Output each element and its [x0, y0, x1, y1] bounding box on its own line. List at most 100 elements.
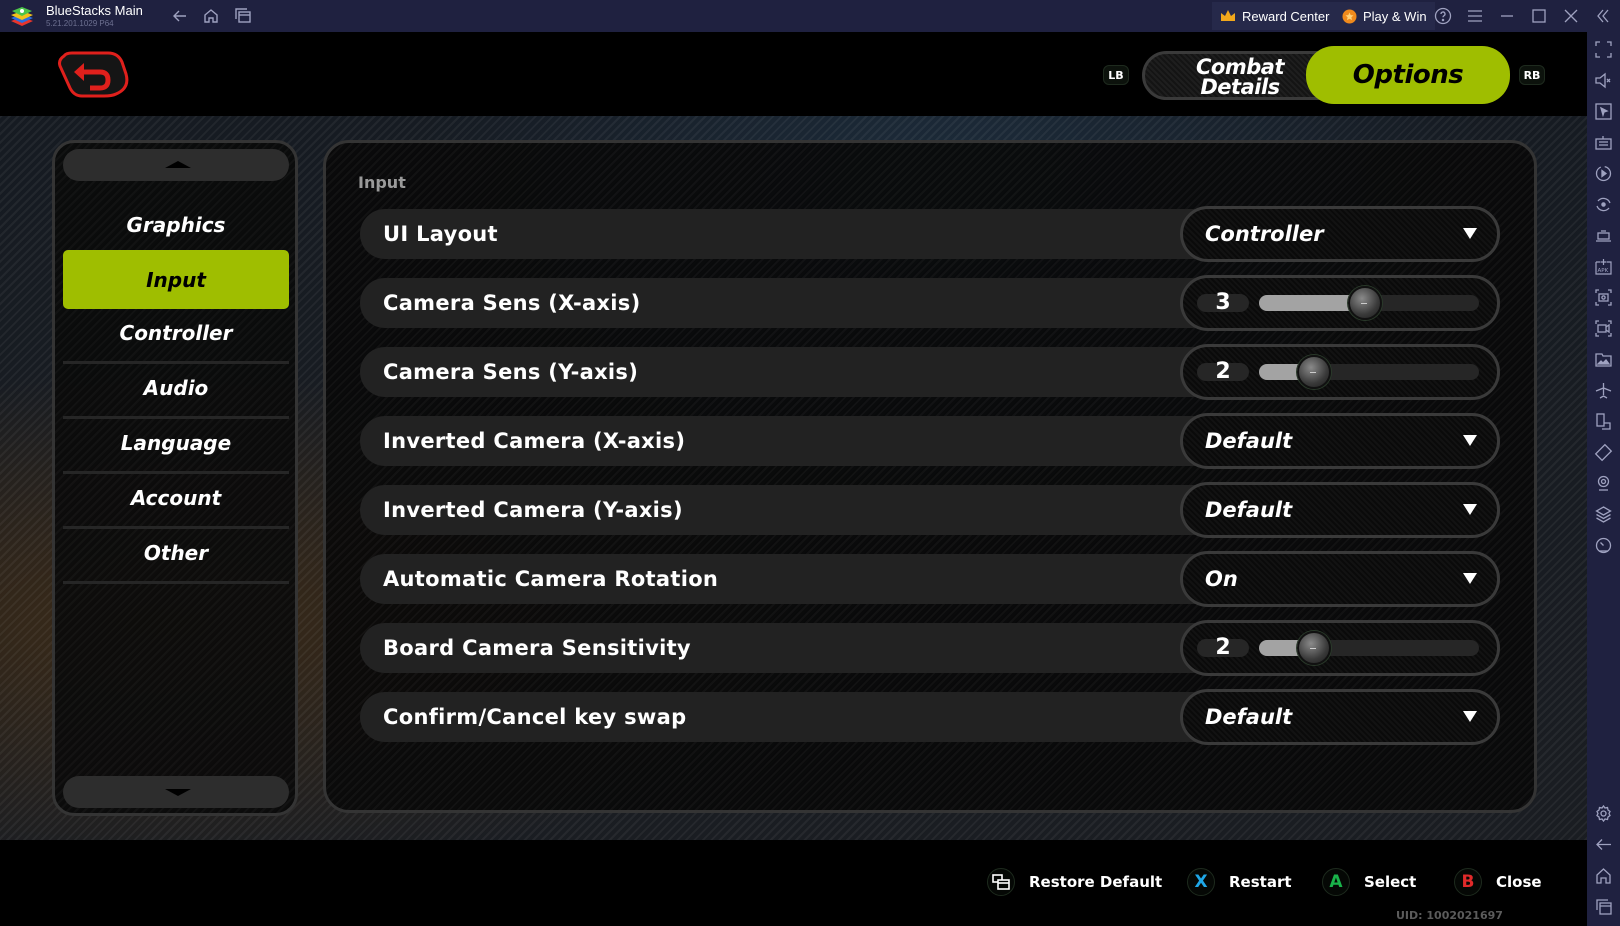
camera-sens-y-slider[interactable]: 2	[1180, 344, 1500, 400]
hint-label: Close	[1496, 873, 1542, 891]
category-panel: Graphics Input Controller Audio Language…	[52, 140, 298, 816]
dropdown-value: Default	[1205, 705, 1293, 729]
setting-row-board-camera-sensitivity: Board Camera Sensitivity 2	[360, 620, 1500, 676]
title-bar: BlueStacks Main 5.21.201.1029 P64 Reward…	[0, 0, 1620, 32]
minimize-icon[interactable]	[1497, 6, 1517, 26]
recent-apps-icon[interactable]	[1594, 897, 1613, 916]
speed-icon[interactable]	[1594, 536, 1613, 555]
slider-track[interactable]	[1259, 286, 1479, 320]
svg-text:APK: APK	[1598, 268, 1609, 274]
back-button[interactable]	[56, 50, 130, 98]
multi-window-icon[interactable]	[1594, 412, 1613, 431]
section-title: Input	[358, 173, 406, 192]
dropdown-arrow-icon	[1463, 504, 1477, 515]
lb-button-badge[interactable]: LB	[1103, 65, 1129, 85]
home-icon[interactable]	[201, 6, 221, 26]
close-icon[interactable]	[1561, 6, 1581, 26]
inverted-camera-x-dropdown[interactable]: Default	[1180, 413, 1500, 469]
setting-row-auto-camera-rotation: Automatic Camera Rotation On	[360, 551, 1500, 607]
close-hint[interactable]: B Close	[1454, 868, 1542, 896]
tab-options[interactable]: Options	[1306, 46, 1510, 104]
caret-down-icon	[165, 789, 191, 796]
slider-knob[interactable]	[1297, 355, 1331, 389]
performance-icon[interactable]	[1594, 226, 1613, 245]
pointer-icon[interactable]	[1594, 102, 1613, 121]
category-audio[interactable]: Audio	[63, 360, 289, 416]
restart-hint[interactable]: X Restart	[1187, 868, 1292, 896]
multi-instance-icon[interactable]	[233, 6, 253, 26]
dropdown-value: Default	[1205, 498, 1293, 522]
dropdown-value: Default	[1205, 429, 1293, 453]
fullscreen-icon[interactable]	[1594, 40, 1613, 59]
hint-label: Restart	[1229, 873, 1292, 891]
layers-icon[interactable]	[1594, 505, 1613, 524]
app-title: BlueStacks Main	[46, 3, 143, 18]
slider-track[interactable]	[1259, 355, 1479, 389]
shake-icon[interactable]	[1594, 443, 1613, 462]
slider-value: 3	[1215, 290, 1231, 315]
board-camera-sensitivity-slider[interactable]: 2	[1180, 620, 1500, 676]
slider-knob[interactable]	[1347, 286, 1382, 320]
record-icon[interactable]	[1594, 319, 1613, 338]
collapse-sidebar-icon[interactable]	[1593, 6, 1613, 26]
reward-center-button[interactable]: Reward Center	[1212, 2, 1338, 30]
rb-button-badge[interactable]: RB	[1519, 65, 1545, 85]
scroll-up-button[interactable]	[63, 149, 289, 181]
play-and-win-button[interactable]: Play & Win	[1334, 2, 1435, 30]
x-button-icon: X	[1187, 868, 1215, 896]
location-icon[interactable]	[1594, 474, 1613, 493]
setting-label: Board Camera Sensitivity	[383, 636, 691, 660]
restore-default-hint[interactable]: Restore Default	[987, 868, 1162, 896]
category-graphics[interactable]: Graphics	[63, 197, 289, 253]
ui-layout-dropdown[interactable]: Controller	[1180, 206, 1500, 262]
macro-icon[interactable]	[1594, 164, 1613, 183]
slider-track[interactable]	[1259, 631, 1479, 665]
category-other[interactable]: Other	[63, 525, 289, 581]
auto-camera-rotation-dropdown[interactable]: On	[1180, 551, 1500, 607]
slider-value: 2	[1215, 635, 1231, 660]
camera-sens-x-slider[interactable]: 3	[1180, 275, 1500, 331]
setting-label: Camera Sens (Y-axis)	[383, 360, 639, 384]
scroll-down-button[interactable]	[63, 776, 289, 808]
hint-label: Restore Default	[1029, 873, 1163, 891]
slider-knob[interactable]	[1297, 631, 1331, 665]
back-arrow-icon[interactable]	[170, 6, 190, 26]
category-controller[interactable]: Controller	[63, 305, 289, 361]
help-icon[interactable]	[1433, 6, 1453, 26]
android-back-icon[interactable]	[1594, 835, 1613, 854]
category-language[interactable]: Language	[63, 415, 289, 471]
bluestacks-logo-icon	[11, 7, 33, 26]
rotate-icon[interactable]	[1594, 195, 1613, 214]
settings-icon[interactable]	[1594, 804, 1613, 823]
slider-value: 2	[1215, 359, 1231, 384]
maximize-icon[interactable]	[1529, 6, 1549, 26]
setting-row-ui-layout: UI Layout Controller	[360, 206, 1500, 262]
airplane-mode-icon[interactable]	[1594, 381, 1613, 400]
bluestacks-sidebar: APK	[1587, 32, 1620, 926]
screenshot-icon[interactable]	[1594, 288, 1613, 307]
dropdown-arrow-icon	[1463, 573, 1477, 584]
keyboard-icon[interactable]	[1594, 133, 1613, 152]
select-hint[interactable]: A Select	[1322, 868, 1416, 896]
menu-icon[interactable]	[1465, 6, 1485, 26]
setting-label: Inverted Camera (Y-axis)	[383, 498, 683, 522]
confirm-cancel-swap-dropdown[interactable]: Default	[1180, 689, 1500, 745]
play-and-win-label: Play & Win	[1363, 8, 1427, 24]
user-id: UID: 1002021697	[1396, 909, 1503, 922]
hint-label: Select	[1364, 873, 1417, 891]
setting-row-inverted-camera-y: Inverted Camera (Y-axis) Default	[360, 482, 1500, 538]
android-home-icon[interactable]	[1594, 866, 1613, 885]
setting-label: Camera Sens (X-axis)	[383, 291, 641, 315]
media-folder-icon[interactable]	[1594, 350, 1613, 369]
dropdown-value: Controller	[1205, 222, 1324, 246]
setting-row-camera-sens-x: Camera Sens (X-axis) 3	[360, 275, 1500, 331]
setting-label: Automatic Camera Rotation	[383, 567, 719, 591]
reward-center-label: Reward Center	[1242, 8, 1330, 24]
crown-icon	[1221, 10, 1235, 21]
install-apk-icon[interactable]: APK	[1594, 257, 1613, 276]
category-account[interactable]: Account	[63, 470, 289, 526]
category-input[interactable]: Input	[63, 250, 289, 309]
inverted-camera-y-dropdown[interactable]: Default	[1180, 482, 1500, 538]
mute-icon[interactable]	[1594, 71, 1613, 90]
dropdown-arrow-icon	[1463, 228, 1477, 239]
